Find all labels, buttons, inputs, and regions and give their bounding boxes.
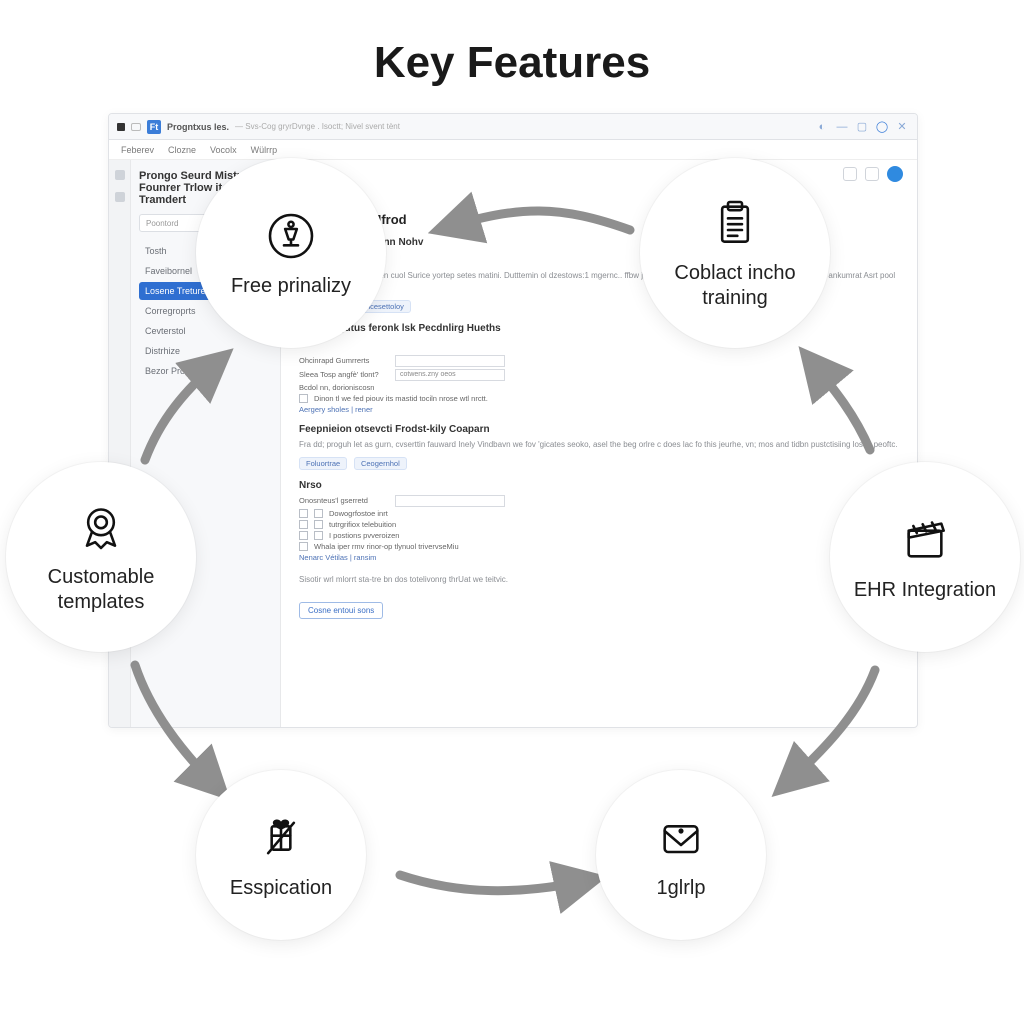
mock-primary-button: Cosne entoui sons: [299, 602, 383, 619]
menu-item: Wülrrp: [251, 145, 278, 155]
mock-links: Nenarc Vétilas | ransim: [299, 553, 899, 562]
feature-ehr-integration: EHR Integration: [830, 462, 1020, 652]
brand-badge-icon: Ft: [147, 120, 161, 134]
mock-tag: Foluortrae: [299, 457, 347, 470]
head-avatar-icon: [887, 166, 903, 182]
checkbox-icon: [299, 531, 308, 540]
mock-field: [395, 355, 505, 367]
mock-checkbox-label: I postions pvveroizen: [329, 531, 399, 540]
checkbox-icon: [314, 520, 323, 529]
sidebar-item: Bezor Proctimos: [139, 362, 272, 380]
window-dot-icon: [117, 123, 125, 131]
feature-label: Coblact incho training: [652, 261, 818, 311]
head-icon: [843, 167, 857, 181]
menu-item: Vocolx: [210, 145, 237, 155]
rail-icon: [115, 170, 125, 180]
checkbox-icon: [299, 394, 308, 403]
feature-customable-templates: Customable templates: [6, 462, 196, 652]
mock-h3: Nrso: [299, 480, 899, 491]
window-min-icon: —: [835, 120, 849, 134]
mock-menubar: Feberev Clozne Vocolx Wülrrp: [109, 140, 917, 160]
checkbox-icon: [314, 531, 323, 540]
mock-footnote: Sisotir wrl mlorrt sta-tre bn dos toteli…: [299, 574, 899, 586]
feature-1glrlp: 1glrlp: [596, 770, 766, 940]
mock-paragraph: Fra dd; proguh let as gurn, cvserttin fa…: [299, 439, 899, 451]
window-shape-icon: [131, 123, 141, 131]
feature-coblact-training: Coblact incho training: [640, 158, 830, 348]
rail-icon: [115, 192, 125, 202]
checkbox-icon: [299, 509, 308, 518]
person-circle-icon: [263, 208, 319, 264]
feature-esspication: Esspication: [196, 770, 366, 940]
mock-head-icons: [843, 166, 903, 182]
mock-checkbox-label: tutrgrifiox telebuition: [329, 520, 396, 529]
feature-label: EHR Integration: [854, 578, 996, 603]
head-icon: [865, 167, 879, 181]
menu-item: Clozne: [168, 145, 196, 155]
page-title: Key Features: [0, 38, 1024, 88]
feature-label: 1glrlp: [657, 876, 706, 901]
clipboard-icon: [707, 195, 763, 251]
mock-h3: Feepnieion otsevcti Frodst-kily Coaparn: [299, 424, 899, 435]
mock-checkbox-label: Dinon tl we fed piouv its mastid tociln …: [314, 394, 488, 403]
gift-heart-icon: [253, 810, 309, 866]
checkbox-icon: [314, 509, 323, 518]
mock-form-label: Bcdol nn, dorioniscosn: [299, 383, 389, 392]
window-help-icon: ◯: [875, 120, 889, 134]
mock-titlebar: Ft Progntxus les. — Svs-Cog gryrDvnge . …: [109, 114, 917, 140]
mock-form-label: Onosnteus'l gserretd: [299, 496, 389, 505]
envelope-icon: [653, 810, 709, 866]
checkbox-icon: [299, 542, 308, 551]
feature-free-prinalizy: Free prinalizy: [196, 158, 386, 348]
feature-label: Customable templates: [18, 565, 184, 615]
window-close-icon: ✕: [895, 120, 909, 134]
mock-form-label: Sleea Tosp angfè' tlont?: [299, 370, 389, 379]
mock-checkbox-label: Dowogrfostoe inrt: [329, 509, 388, 518]
mock-field: [395, 495, 505, 507]
mock-checkbox-label: Whala iper rmv rinor-op tlynuol trivervs…: [314, 542, 459, 551]
window-action-icon: ◐: [815, 120, 829, 134]
badge-ribbon-icon: [73, 499, 129, 555]
film-clapper-icon: [897, 512, 953, 568]
mock-tag: Ceogernhol: [354, 457, 407, 470]
mock-form-label: Ohcinrapd Gumrrerts: [299, 356, 389, 365]
window-max-icon: ▢: [855, 120, 869, 134]
feature-label: Free prinalizy: [231, 274, 351, 299]
menu-item: Feberev: [121, 145, 154, 155]
feature-label: Esspication: [230, 876, 332, 901]
mock-field: cotwens.zny oeos: [395, 369, 505, 381]
mock-h3: Ttos erugutus feronk lsk Pecdnlirg Hueth…: [299, 323, 899, 334]
checkbox-icon: [299, 520, 308, 529]
mock-subtitle-text: — Svs-Cog gryrDvnge . Isoctt; Nivel sven…: [235, 122, 400, 131]
sidebar-item: Distrhize: [139, 342, 272, 360]
mock-tiny: av: [299, 338, 899, 349]
mock-links: Aergery sholes | rener: [299, 405, 899, 414]
mock-title-text: Progntxus les.: [167, 122, 229, 132]
